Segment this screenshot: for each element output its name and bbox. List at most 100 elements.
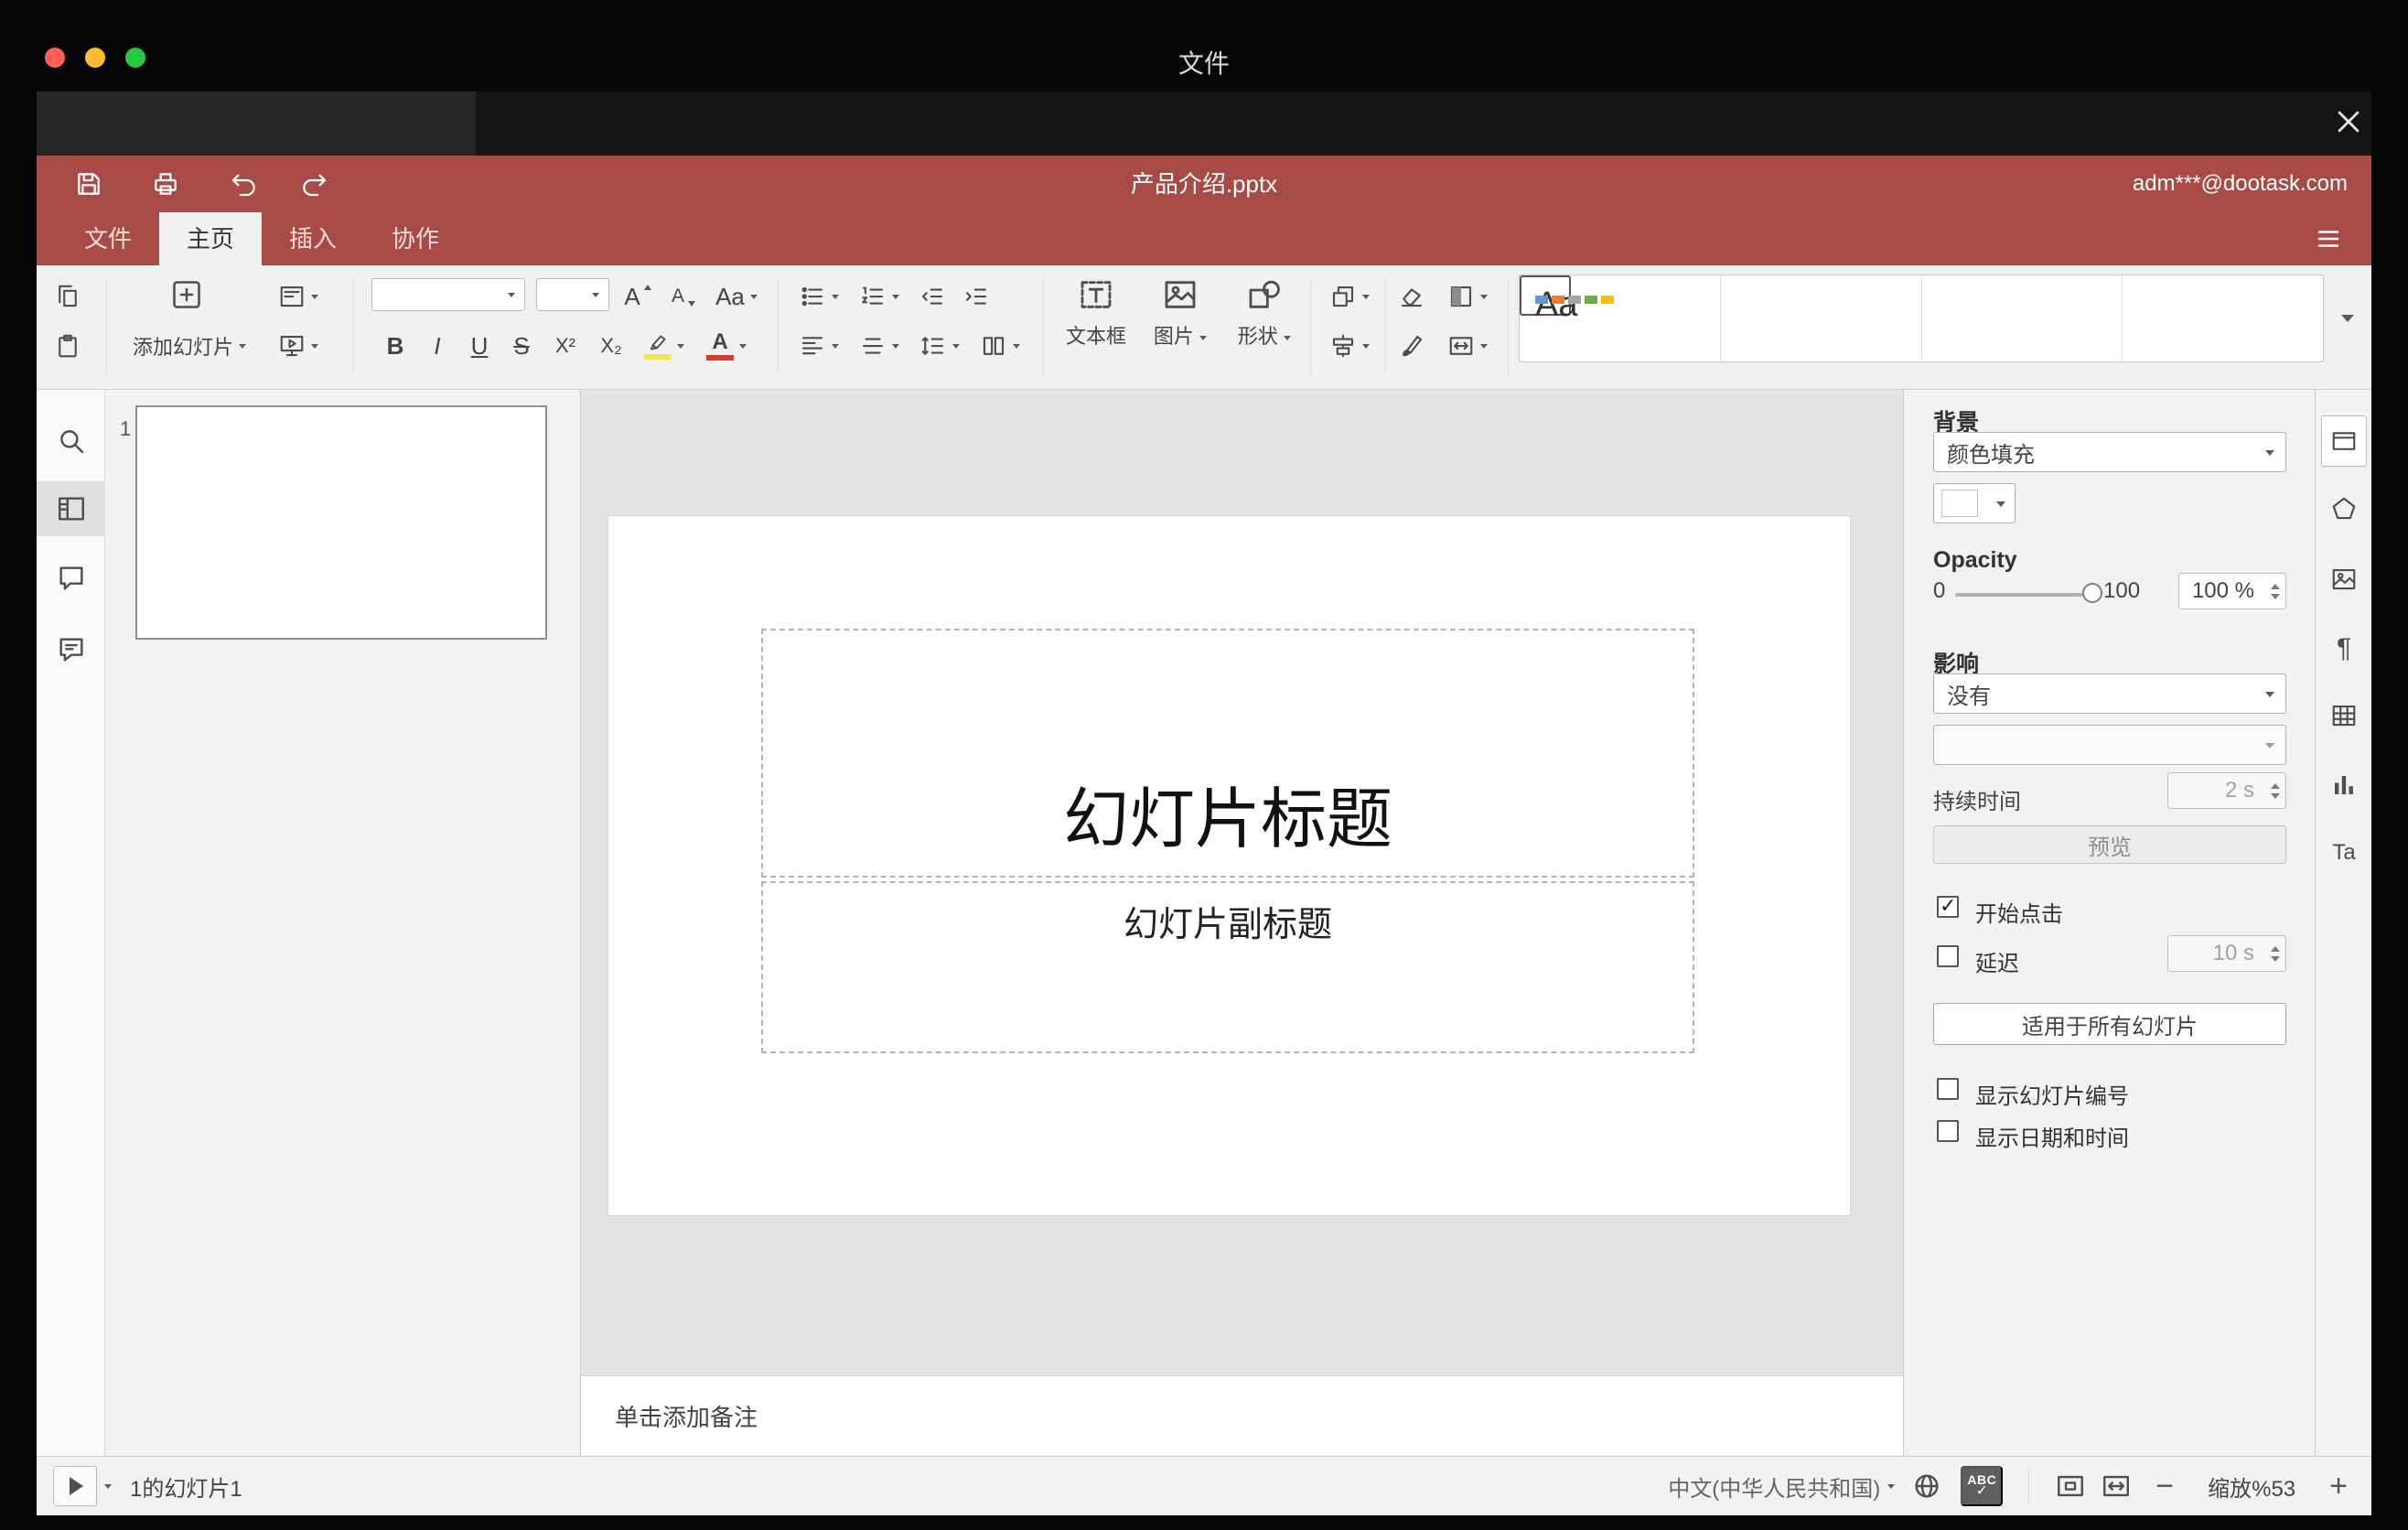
horizontal-align-button[interactable] — [790, 326, 847, 366]
tab-collaboration[interactable]: 协作 — [364, 212, 467, 265]
vertical-align-button[interactable] — [851, 326, 908, 366]
slide-settings-tab[interactable] — [2321, 415, 2367, 467]
menu-button[interactable] — [2313, 224, 2349, 253]
align-shapes-button[interactable] — [1317, 326, 1381, 366]
line-spacing-button[interactable] — [911, 326, 968, 366]
slide-size-button[interactable] — [1436, 326, 1499, 366]
bullets-button[interactable] — [790, 276, 847, 317]
chart-settings-tab[interactable] — [2321, 760, 2367, 811]
theme-option-4-selected[interactable]: Aa — [1520, 275, 1614, 324]
spin-steppers[interactable] — [2271, 936, 2280, 971]
copy-style-button[interactable] — [1391, 326, 1433, 366]
paragraph-settings-tab[interactable]: ¶ — [2321, 623, 2367, 674]
font-size-combo[interactable] — [536, 278, 609, 311]
text-box-button[interactable]: 文本框 — [1056, 271, 1136, 382]
superscript-button[interactable]: X² — [543, 326, 587, 366]
insert-shape-button[interactable]: 形状 — [1224, 271, 1305, 382]
toolbar-divider — [353, 280, 354, 375]
table-settings-tab[interactable] — [2321, 690, 2367, 741]
search-button[interactable] — [37, 414, 105, 469]
font-color-button[interactable]: A — [697, 326, 756, 366]
insert-image-button[interactable]: 图片 — [1140, 271, 1220, 382]
arrange-shapes-button[interactable] — [1317, 276, 1381, 317]
language-selector[interactable]: 中文(中华人民共和国) — [1668, 1471, 1896, 1503]
theme-gallery-expand-button[interactable] — [2329, 275, 2366, 362]
theme-option-2[interactable] — [1721, 275, 1922, 361]
effect-value: 没有 — [1947, 684, 1991, 709]
highlight-icon — [644, 332, 672, 360]
increase-indent-button[interactable] — [955, 276, 997, 317]
zoom-in-button[interactable]: + — [2329, 1471, 2348, 1502]
opacity-spinbox[interactable]: 100 % — [2178, 573, 2286, 609]
decrease-font-size-button[interactable]: A — [662, 276, 706, 317]
tab-insert[interactable]: 插入 — [262, 212, 364, 265]
transition-effect-select[interactable]: 没有 — [1933, 673, 2286, 714]
slides-panel-button[interactable] — [37, 481, 105, 536]
opacity-slider-knob[interactable] — [2082, 583, 2102, 603]
background-color-picker[interactable] — [1933, 483, 2016, 523]
text-art-settings-tab[interactable]: Ta — [2321, 827, 2367, 878]
start-slideshow-button[interactable] — [265, 326, 331, 366]
theme-option-3[interactable] — [1922, 275, 2123, 361]
slide-thumbnail-1[interactable] — [135, 405, 547, 640]
delay-spinbox[interactable]: 10 s — [2167, 935, 2286, 972]
bold-button[interactable]: B — [375, 326, 415, 366]
chevron-down-icon — [2265, 743, 2274, 749]
show-date-time-checkbox[interactable] — [1937, 1120, 1959, 1142]
title-placeholder[interactable]: 幻灯片标题 — [761, 629, 1694, 878]
tab-file[interactable]: 文件 — [57, 212, 159, 265]
toolbar-divider — [1508, 280, 1509, 375]
chevron-down-icon[interactable] — [104, 1483, 112, 1489]
font-name-combo[interactable] — [371, 278, 525, 311]
shape-fill-button[interactable] — [1436, 276, 1499, 317]
columns-button[interactable] — [972, 326, 1028, 366]
slides-icon — [58, 497, 84, 521]
strikeout-button[interactable]: S — [501, 326, 542, 366]
subscript-button[interactable]: X₂ — [589, 326, 633, 366]
start-on-click-checkbox[interactable] — [1937, 894, 1959, 918]
numbering-button[interactable] — [851, 276, 908, 317]
change-case-button[interactable]: Aa — [708, 276, 765, 317]
comments-button[interactable] — [37, 551, 105, 606]
delay-checkbox[interactable] — [1937, 945, 1959, 967]
start-preview-button[interactable] — [53, 1466, 97, 1506]
italic-button[interactable]: I — [417, 326, 457, 366]
spin-steppers[interactable] — [2271, 773, 2280, 808]
opacity-slider-track[interactable] — [1955, 593, 2096, 597]
table-icon — [2332, 705, 2356, 727]
tab-home[interactable]: 主页 — [159, 212, 263, 265]
clear-style-button[interactable] — [1391, 276, 1433, 317]
image-settings-tab[interactable] — [2321, 554, 2367, 605]
background-fill-select[interactable]: 颜色填充 — [1933, 432, 2286, 472]
slide-layout-button[interactable] — [265, 276, 331, 317]
preview-button[interactable]: 预览 — [1933, 825, 2286, 864]
fit-to-width-button[interactable] — [2101, 1471, 2132, 1502]
paste-button[interactable] — [46, 326, 90, 366]
notes-area[interactable]: 单击添加备注 — [581, 1375, 1903, 1456]
underline-button[interactable]: U — [459, 326, 500, 366]
duration-spinbox[interactable]: 2 s — [2167, 772, 2286, 809]
effect-variant-select[interactable] — [1933, 725, 2286, 765]
slide-subtitle-text: 幻灯片副标题 — [1123, 906, 1332, 944]
toolbar-divider — [1310, 280, 1311, 375]
shape-settings-tab[interactable] — [2321, 483, 2367, 534]
zoom-out-button[interactable]: − — [2155, 1471, 2174, 1502]
increase-font-size-button[interactable]: A — [617, 276, 661, 317]
fit-to-slide-button[interactable] — [2055, 1471, 2086, 1502]
set-language-button[interactable] — [1911, 1471, 1942, 1502]
spellcheck-toggle[interactable]: ABC ✓ — [1961, 1466, 2004, 1506]
copy-button[interactable] — [46, 276, 90, 317]
add-slide-menu-button[interactable]: 添加幻灯片 — [121, 326, 258, 366]
line-spacing-icon — [921, 337, 944, 355]
toolbar-divider — [1385, 280, 1386, 375]
close-button[interactable] — [2327, 102, 2370, 141]
add-slide-button[interactable] — [165, 273, 209, 317]
chat-button[interactable] — [37, 622, 105, 677]
decrease-indent-button[interactable] — [911, 276, 953, 317]
theme-option-5[interactable] — [2123, 275, 2323, 361]
highlight-color-button[interactable] — [635, 326, 693, 366]
subtitle-placeholder[interactable]: 幻灯片副标题 — [761, 881, 1694, 1053]
spin-steppers[interactable] — [2271, 574, 2280, 609]
apply-to-all-slides-button[interactable]: 适用于所有幻灯片 — [1933, 1003, 2286, 1045]
show-slide-number-checkbox[interactable] — [1937, 1078, 1959, 1100]
